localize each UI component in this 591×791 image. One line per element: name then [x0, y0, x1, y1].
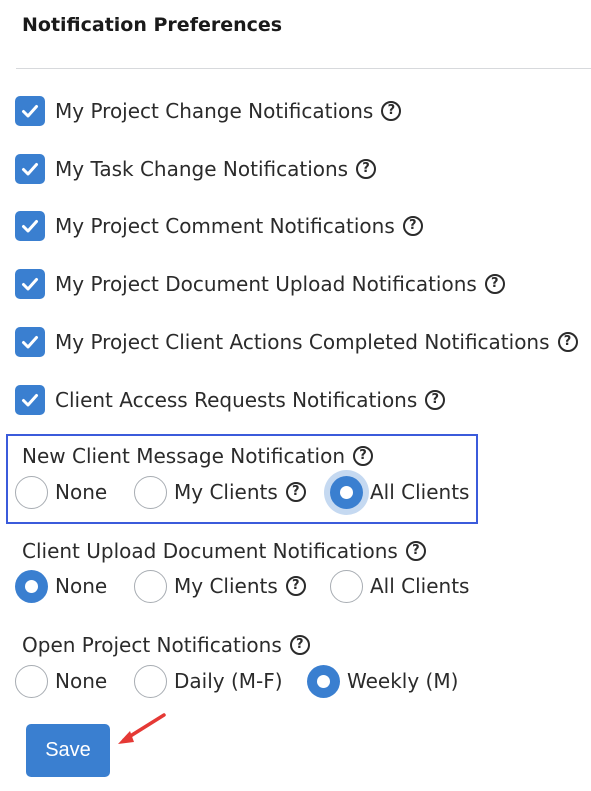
help-icon[interactable]: ?: [484, 274, 505, 294]
title-divider: [16, 68, 591, 69]
checkbox-label-client-actions: My Project Client Actions Completed Noti…: [55, 330, 550, 354]
checkbox-row-project-change[interactable]: My Project Change Notifications ?: [15, 94, 402, 128]
checkbox-task-change[interactable]: [15, 154, 45, 184]
checkbox-row-project-comment[interactable]: My Project Comment Notifications ?: [15, 209, 423, 243]
radio-button-selected[interactable]: [15, 569, 48, 603]
checkbox-client-actions[interactable]: [15, 327, 45, 357]
checkbox-document-upload[interactable]: [15, 269, 45, 299]
checkbox-row-client-actions[interactable]: My Project Client Actions Completed Noti…: [15, 325, 578, 359]
radio-option-my-clients[interactable]: My Clients ?: [134, 568, 306, 604]
check-icon: [22, 394, 38, 407]
group-label-open-project: Open Project Notifications ?: [22, 632, 310, 658]
radio-group-open-project: None Daily (M-F) Weekly (M): [15, 663, 591, 699]
help-icon[interactable]: ?: [381, 101, 402, 121]
radio-option-daily[interactable]: Daily (M-F): [134, 663, 283, 699]
checkbox-label-project-change: My Project Change Notifications: [55, 99, 374, 123]
radio-button-selected[interactable]: [330, 475, 363, 509]
checkbox-label-task-change: My Task Change Notifications: [55, 157, 349, 181]
radio-option-all-clients[interactable]: All Clients: [330, 568, 469, 604]
radio-label: All Clients: [370, 480, 470, 504]
radio-button[interactable]: [15, 664, 48, 698]
radio-option-none[interactable]: None: [15, 474, 107, 510]
check-icon: [22, 220, 38, 233]
help-icon[interactable]: ?: [402, 216, 423, 236]
radio-button[interactable]: [134, 664, 167, 698]
radio-label: None: [55, 480, 108, 504]
radio-group-new-client-message: None My Clients ? All Clients: [15, 474, 591, 510]
help-icon: ?: [425, 390, 446, 410]
radio-button[interactable]: [330, 569, 363, 603]
radio-label: My Clients: [174, 574, 278, 598]
help-icon[interactable]: ?: [289, 635, 310, 655]
radio-label: Daily (M-F): [174, 669, 283, 693]
group-label-client-upload-document: Client Upload Document Notifications ?: [22, 538, 426, 564]
checkbox-row-client-access[interactable]: Client Access Requests Notifications ?: [15, 383, 446, 417]
help-icon[interactable]: ?: [285, 482, 306, 502]
group-label-text: Client Upload Document Notifications: [22, 539, 398, 563]
radio-group-client-upload-document: None My Clients ? All Clients: [15, 568, 591, 604]
annotation-arrow-icon: [118, 713, 166, 744]
help-icon[interactable]: ?: [356, 159, 377, 179]
group-label-text: Open Project Notifications: [22, 633, 282, 657]
radio-option-all-clients[interactable]: All Clients: [330, 474, 469, 510]
checkbox-project-change[interactable]: [15, 96, 45, 126]
checkbox-row-document-upload[interactable]: My Project Document Upload Notifications…: [15, 267, 505, 301]
help-icon[interactable]: ?: [285, 576, 306, 596]
checkbox-project-comment[interactable]: [15, 211, 45, 241]
radio-label: None: [55, 574, 108, 598]
group-label-new-client-message: New Client Message Notification ?: [22, 443, 374, 469]
radio-label: All Clients: [370, 574, 470, 598]
help-icon[interactable]: ?: [557, 332, 578, 352]
radio-label: None: [55, 669, 108, 693]
radio-option-my-clients[interactable]: My Clients ?: [134, 474, 306, 510]
checkbox-row-task-change[interactable]: My Task Change Notifications ?: [15, 152, 377, 186]
checkbox-client-access[interactable]: [15, 385, 45, 415]
page-title: Notification Preferences: [22, 14, 283, 36]
radio-label: My Clients: [174, 480, 278, 504]
help-icon[interactable]: ?: [405, 541, 426, 561]
radio-option-weekly[interactable]: Weekly (M): [307, 663, 458, 699]
checkbox-label-project-comment: My Project Comment Notifications: [55, 214, 395, 238]
radio-option-none[interactable]: None: [15, 663, 107, 699]
radio-button-selected[interactable]: [307, 664, 340, 698]
check-icon: [22, 336, 38, 349]
check-icon: [22, 163, 38, 176]
check-icon: [22, 278, 38, 291]
radio-button[interactable]: [15, 475, 48, 509]
save-button[interactable]: Save: [26, 724, 110, 777]
checkbox-label-client-access: Client Access Requests Notifications: [55, 388, 418, 412]
group-label-text: New Client Message Notification: [22, 444, 346, 468]
help-icon[interactable]: ?: [353, 446, 374, 466]
radio-button[interactable]: [134, 569, 167, 603]
check-icon: [22, 105, 38, 118]
radio-option-none[interactable]: None: [15, 568, 107, 604]
radio-button[interactable]: [134, 475, 167, 509]
checkbox-label-document-upload: My Project Document Upload Notifications: [55, 272, 477, 296]
radio-label: Weekly (M): [347, 669, 459, 693]
